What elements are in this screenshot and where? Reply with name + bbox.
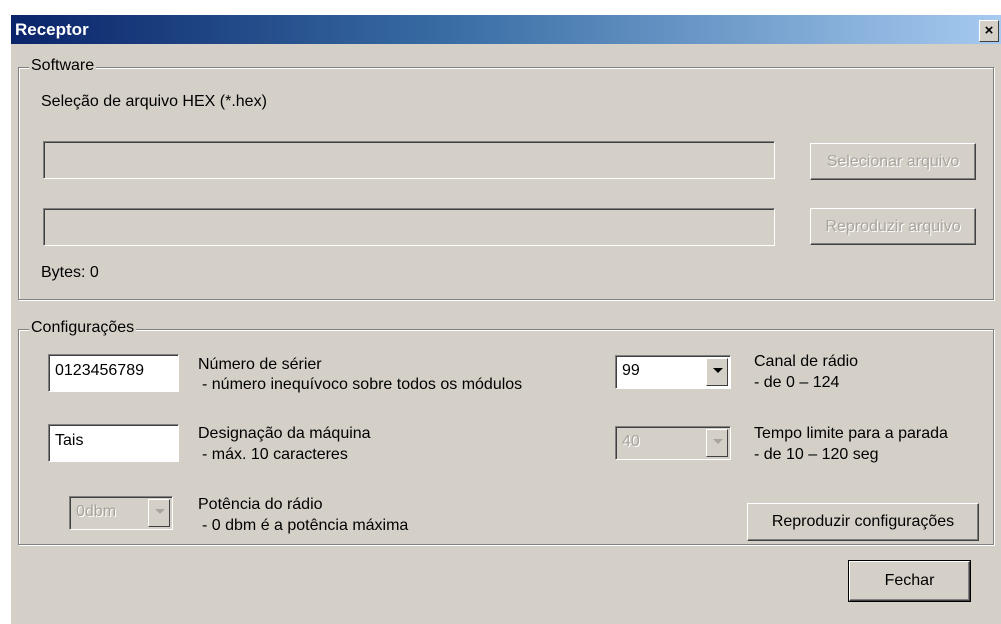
radio-power-select[interactable]: 0dbm: [69, 496, 173, 530]
file-path-field: [43, 141, 775, 179]
radio-channel-value: 99: [622, 362, 640, 379]
config-legend: Configurações: [29, 319, 137, 337]
chevron-down-icon[interactable]: [148, 499, 170, 527]
serial-number-label: Número de sérier: [198, 356, 322, 373]
software-legend: Software: [29, 57, 97, 75]
chevron-down-icon[interactable]: [706, 429, 728, 457]
timeout-desc: - de 10 – 120 seg: [754, 446, 879, 463]
software-group: Software Seleção de arquivo HEX (*.hex) …: [18, 57, 994, 300]
title-bar: Receptor ×: [11, 15, 1001, 44]
play-file-button[interactable]: Reproduzir arquivo: [810, 208, 976, 245]
radio-channel-label: Canal de rádio: [754, 353, 859, 370]
machine-designation-input[interactable]: Tais: [48, 424, 179, 462]
close-button[interactable]: Fechar: [848, 560, 971, 602]
serial-number-input[interactable]: 0123456789: [48, 354, 179, 392]
machine-designation-desc: - máx. 10 caracteres: [202, 446, 348, 463]
radio-power-value: 0dbm: [76, 503, 117, 520]
radio-channel-select[interactable]: 99: [615, 355, 731, 389]
receptor-dialog: Receptor × Software Seleção de arquivo H…: [10, 14, 1001, 624]
machine-designation-label: Designação da máquina: [198, 425, 371, 442]
radio-power-label: Potência do rádio: [198, 496, 323, 513]
bytes-counter: Bytes: 0: [41, 264, 99, 281]
window-title: Receptor: [15, 20, 89, 39]
radio-power-desc: - 0 dbm é a potência máxima: [202, 517, 409, 534]
serial-number-desc: - número inequívoco sobre todos os módul…: [202, 376, 523, 393]
select-file-button[interactable]: Selecionar arquivo: [810, 143, 976, 180]
file-selection-label: Seleção de arquivo HEX (*.hex): [41, 93, 267, 110]
close-icon[interactable]: ×: [979, 20, 999, 42]
chevron-down-icon[interactable]: [706, 358, 728, 386]
config-group: Configurações 0123456789 Número de série…: [18, 319, 994, 545]
apply-config-button[interactable]: Reproduzir configurações: [747, 503, 979, 541]
upload-progress-bar: [43, 208, 775, 246]
radio-channel-desc: - de 0 – 124: [754, 374, 840, 391]
timeout-select[interactable]: 40: [615, 426, 731, 460]
timeout-value: 40: [622, 433, 640, 450]
timeout-label: Tempo limite para a parada: [754, 425, 948, 442]
